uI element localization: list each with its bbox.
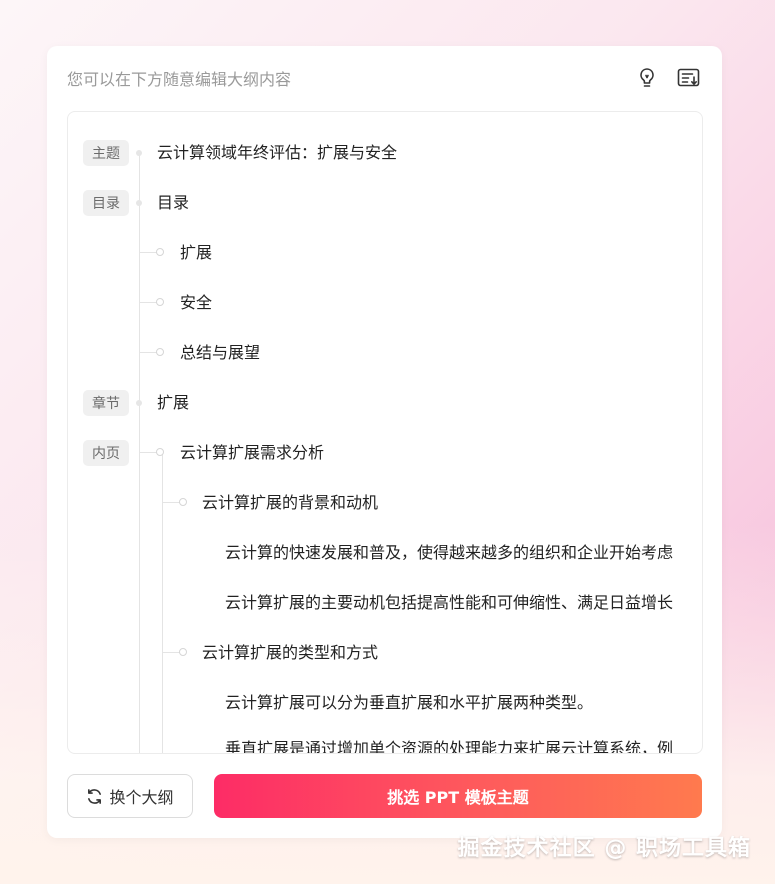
node-dot bbox=[136, 150, 142, 156]
section-paragraph[interactable]: 云计算扩展可以分为垂直扩展和水平扩展两种类型。 bbox=[225, 693, 593, 713]
node-dot bbox=[156, 348, 164, 356]
section-paragraph[interactable]: 垂直扩展是通过增加单个资源的处理能力来扩展云计算系统，例 bbox=[225, 739, 695, 753]
node-dot bbox=[179, 498, 187, 506]
edit-hint: 您可以在下方随意编辑大纲内容 bbox=[67, 70, 292, 89]
badge-toc: 目录 bbox=[83, 190, 129, 216]
node-dot bbox=[179, 648, 187, 656]
section-paragraph[interactable]: 云计算的快速发展和普及，使得越来越多的组织和企业开始考虑 bbox=[225, 543, 695, 563]
node-dot bbox=[136, 200, 142, 206]
node-dot bbox=[136, 400, 142, 406]
badge-topic: 主题 bbox=[83, 140, 129, 166]
node-dot bbox=[156, 248, 164, 256]
outline-editor-card: 您可以在下方随意编辑大纲内容 主题 云计算领域年终评估：扩展与安全 目录 目录 … bbox=[47, 46, 722, 838]
tree-connector bbox=[139, 352, 157, 353]
lightbulb-icon[interactable] bbox=[634, 65, 660, 91]
watermark: 掘金技术社区 @ 职场工具箱 bbox=[457, 836, 751, 861]
tree-connector bbox=[162, 502, 180, 503]
node-dot bbox=[156, 298, 164, 306]
tree-connector bbox=[162, 652, 180, 653]
tree-spine bbox=[139, 152, 140, 753]
tree-connector bbox=[139, 252, 157, 253]
list-export-icon[interactable] bbox=[676, 65, 702, 91]
tree-connector bbox=[139, 302, 157, 303]
toc-item-1[interactable]: 扩展 bbox=[180, 243, 212, 263]
topic-title[interactable]: 云计算领域年终评估：扩展与安全 bbox=[157, 143, 397, 163]
section-title[interactable]: 云计算扩展的类型和方式 bbox=[202, 643, 378, 663]
section-title[interactable]: 云计算扩展的背景和动机 bbox=[202, 493, 378, 513]
section-paragraph[interactable]: 云计算扩展的主要动机包括提高性能和可伸缩性、满足日益增长 bbox=[225, 593, 681, 613]
header-actions bbox=[634, 65, 702, 91]
badge-chapter: 章节 bbox=[83, 390, 129, 416]
pick-template-button[interactable]: 挑选 PPT 模板主题 bbox=[214, 774, 702, 818]
change-outline-button[interactable]: 换个大纲 bbox=[67, 774, 193, 818]
chapter-title[interactable]: 扩展 bbox=[157, 393, 189, 413]
toc-title[interactable]: 目录 bbox=[157, 193, 189, 213]
node-dot bbox=[156, 448, 164, 456]
refresh-icon bbox=[88, 788, 102, 804]
change-outline-label: 换个大纲 bbox=[109, 788, 174, 807]
tree-connector bbox=[139, 452, 157, 453]
toc-item-2[interactable]: 安全 bbox=[180, 293, 212, 313]
badge-page: 内页 bbox=[83, 440, 129, 466]
outline-tree: 主题 云计算领域年终评估：扩展与安全 目录 目录 扩展 安全 总结与展望 章节 … bbox=[67, 111, 703, 754]
toc-item-3[interactable]: 总结与展望 bbox=[180, 343, 260, 363]
page-title[interactable]: 云计算扩展需求分析 bbox=[180, 443, 324, 463]
tree-branch-line bbox=[162, 454, 163, 753]
card-header: 您可以在下方随意编辑大纲内容 bbox=[67, 46, 702, 110]
